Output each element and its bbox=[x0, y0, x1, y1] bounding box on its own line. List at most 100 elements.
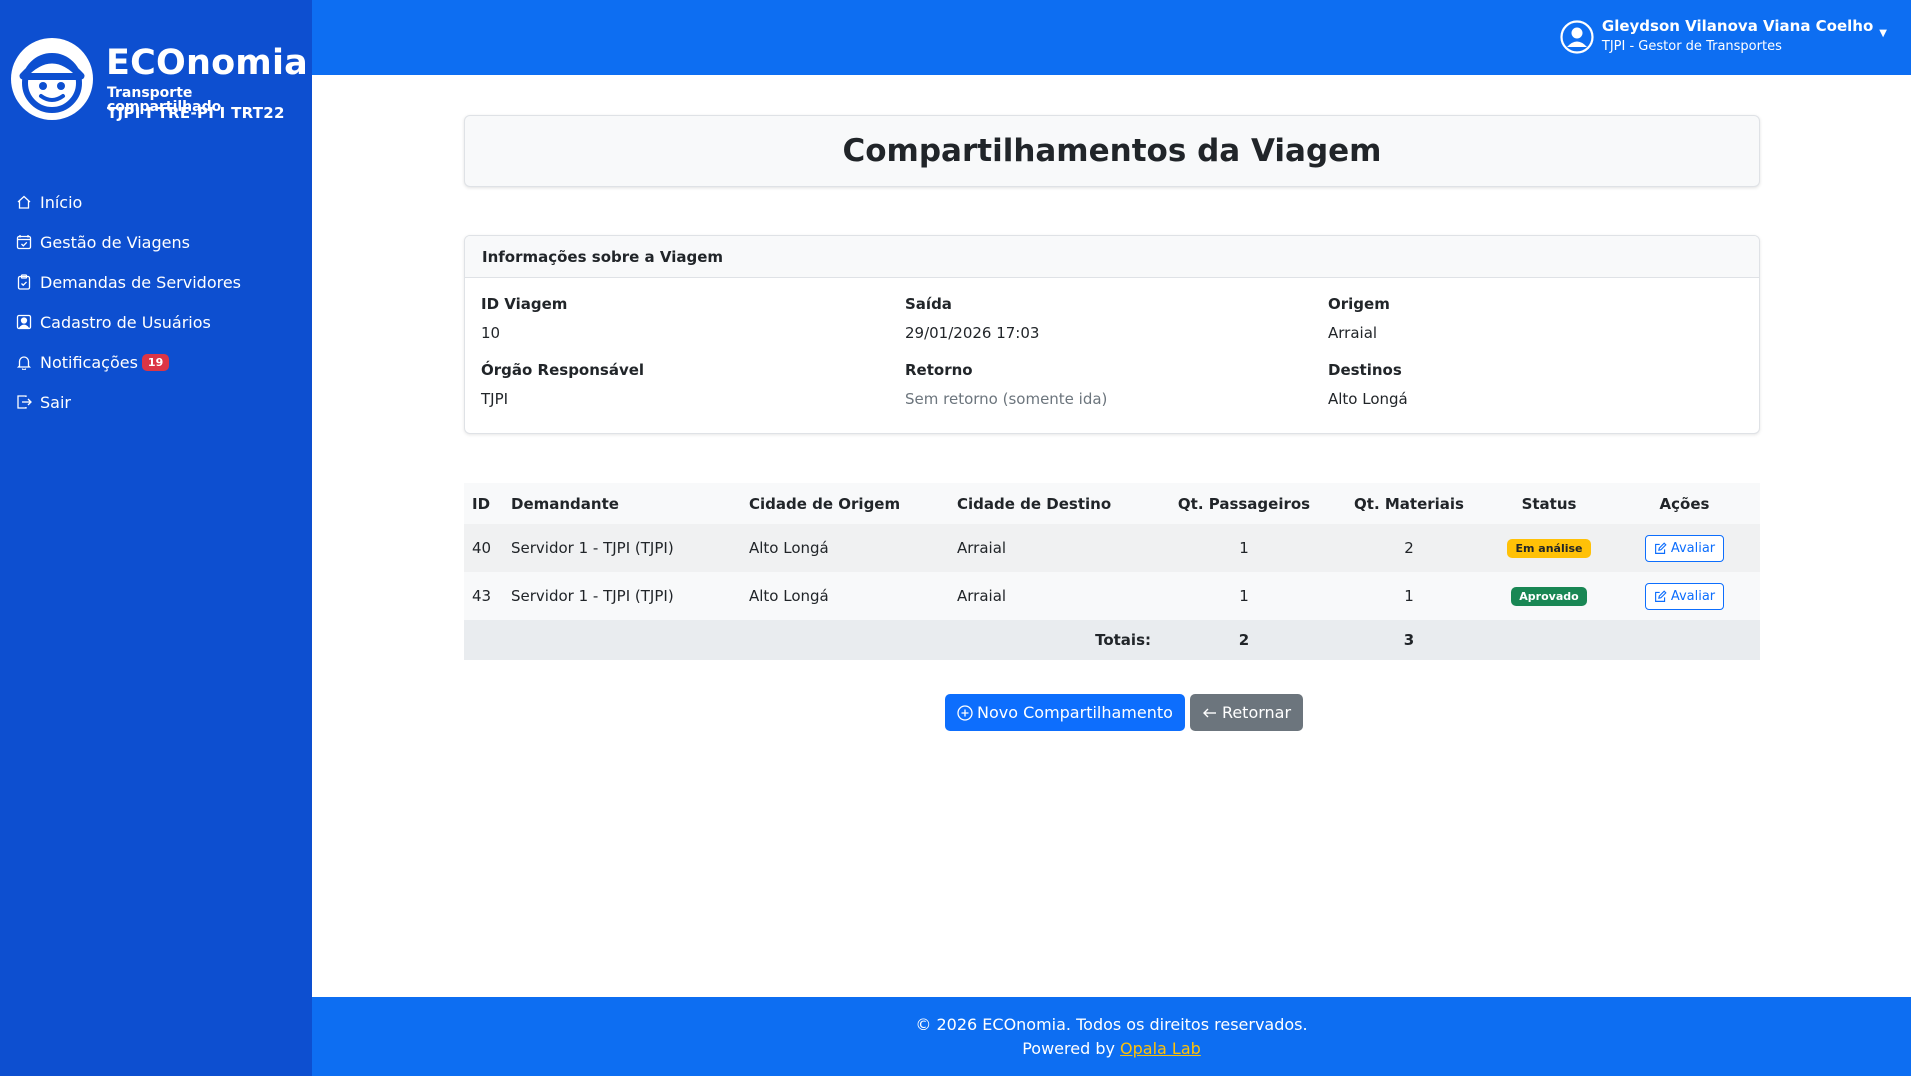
column-header-id: ID bbox=[464, 483, 503, 524]
sidebar-item-label: Sair bbox=[40, 392, 71, 412]
retornar-label: Retornar bbox=[1221, 703, 1292, 722]
user-name: Gleydson Vilanova Viana Coelho bbox=[1601, 17, 1874, 35]
user-circle-icon bbox=[1560, 20, 1594, 54]
trip-origem-label: Origem bbox=[1328, 295, 1390, 313]
sidebar: ECOnomia Transporte compartilhado TJPI I… bbox=[0, 0, 312, 1076]
trip-destinos-value: Alto Longá bbox=[1328, 390, 1408, 408]
user-menu[interactable]: Gleydson Vilanova Viana Coelho TJPI - Ge… bbox=[1560, 16, 1887, 56]
trip-id-value: 10 bbox=[481, 324, 501, 342]
page-title-card: Compartilhamentos da Viagem bbox=[464, 115, 1760, 187]
cell-demandante: Servidor 1 - TJPI (TJPI) bbox=[503, 572, 741, 620]
sidebar-item-label: Demandas de Servidores bbox=[40, 272, 242, 292]
sidebar-item-demandas[interactable]: Demandas de Servidores bbox=[0, 262, 312, 302]
table-row: 40 Servidor 1 - TJPI (TJPI) Alto Longá A… bbox=[464, 524, 1760, 572]
topbar: Gleydson Vilanova Viana Coelho TJPI - Ge… bbox=[312, 0, 1911, 75]
trip-saida-field: Saída 29/01/2026 17:03 bbox=[905, 294, 1039, 343]
column-header-passageiros: Qt. Passageiros bbox=[1159, 483, 1329, 524]
chevron-down-icon: ▼ bbox=[1879, 28, 1887, 39]
footer: © 2026 ECOnomia. Todos os direitos reser… bbox=[312, 997, 1911, 1076]
cell-destino: Arraial bbox=[949, 524, 1159, 572]
footer-powered-prefix: Powered by bbox=[1022, 1039, 1121, 1058]
trip-saida-label: Saída bbox=[905, 295, 952, 313]
avaliar-button[interactable]: Avaliar bbox=[1644, 582, 1725, 610]
page-actions: Novo Compartilhamento Retornar bbox=[945, 694, 1304, 731]
trip-info-header: Informações sobre a Viagem bbox=[465, 236, 1759, 278]
column-header-acoes: Ações bbox=[1609, 483, 1760, 524]
cell-id: 40 bbox=[464, 524, 503, 572]
totals-passageiros: 2 bbox=[1159, 620, 1329, 660]
avaliar-button[interactable]: Avaliar bbox=[1644, 534, 1725, 562]
sidebar-item-notificacoes[interactable]: Notificações 19 bbox=[0, 342, 312, 382]
status-badge: Aprovado bbox=[1511, 587, 1587, 606]
column-header-status: Status bbox=[1489, 483, 1609, 524]
cell-origem: Alto Longá bbox=[741, 572, 949, 620]
brand-logo-block[interactable]: ECOnomia Transporte compartilhado TJPI I… bbox=[10, 36, 310, 126]
cell-acoes: Avaliar bbox=[1609, 524, 1760, 572]
opala-lab-link[interactable]: Opala Lab bbox=[1120, 1039, 1201, 1058]
retornar-button[interactable]: Retornar bbox=[1189, 694, 1304, 731]
sidebar-item-sair[interactable]: Sair bbox=[0, 382, 312, 422]
trip-origem-value: Arraial bbox=[1328, 324, 1378, 342]
trip-retorno-field: Retorno Sem retorno (somente ida) bbox=[905, 360, 1107, 409]
trip-orgao-value: TJPI bbox=[481, 390, 509, 408]
table-row: 43 Servidor 1 - TJPI (TJPI) Alto Longá A… bbox=[464, 572, 1760, 620]
totals-label: Totais: bbox=[464, 620, 1159, 660]
cell-acoes: Avaliar bbox=[1609, 572, 1760, 620]
totals-materiais: 3 bbox=[1329, 620, 1489, 660]
trip-retorno-label: Retorno bbox=[905, 361, 973, 379]
sidebar-item-label: Cadastro de Usuários bbox=[40, 312, 211, 332]
arrow-left-icon bbox=[1202, 708, 1216, 717]
trip-id-field: ID Viagem 10 bbox=[481, 294, 567, 343]
brand-name: ECOnomia bbox=[106, 43, 308, 83]
trip-retorno-value: Sem retorno (somente ida) bbox=[905, 390, 1108, 408]
cell-materiais: 2 bbox=[1329, 524, 1489, 572]
cell-status: Aprovado bbox=[1489, 572, 1609, 620]
user-info: Gleydson Vilanova Viana Coelho TJPI - Ge… bbox=[1602, 16, 1873, 56]
trip-destinos-label: Destinos bbox=[1328, 361, 1402, 379]
plus-circle-icon bbox=[957, 704, 973, 721]
trip-saida-value: 29/01/2026 17:03 bbox=[905, 324, 1040, 342]
sidebar-item-label: Notificações bbox=[40, 352, 138, 372]
bell-icon bbox=[16, 356, 32, 370]
logout-icon bbox=[17, 395, 32, 409]
home-icon bbox=[17, 195, 31, 209]
status-badge: Em análise bbox=[1507, 539, 1591, 558]
sidebar-item-inicio[interactable]: Início bbox=[0, 182, 312, 222]
cell-passageiros: 1 bbox=[1159, 524, 1329, 572]
sidebar-item-label: Gestão de Viagens bbox=[40, 232, 190, 252]
sidebar-nav: Início Gestão de Viagens Demandas de Ser… bbox=[0, 182, 312, 422]
cell-origem: Alto Longá bbox=[741, 524, 949, 572]
brand-orgs: TJPI I TRE-PI I TRT22 bbox=[107, 104, 285, 122]
pencil-square-icon bbox=[1654, 589, 1667, 602]
sidebar-item-gestao-viagens[interactable]: Gestão de Viagens bbox=[0, 222, 312, 262]
person-square-icon bbox=[16, 314, 32, 330]
economia-logo-icon bbox=[11, 38, 93, 120]
trip-orgao-field: Órgão Responsável TJPI bbox=[481, 360, 644, 409]
trip-id-label: ID Viagem bbox=[481, 295, 568, 313]
footer-copyright: © 2026 ECOnomia. Todos os direitos reser… bbox=[915, 1015, 1308, 1034]
avaliar-label: Avaliar bbox=[1670, 540, 1716, 556]
trip-orgao-label: Órgão Responsável bbox=[481, 361, 645, 379]
novo-compartilhamento-button[interactable]: Novo Compartilhamento bbox=[945, 694, 1185, 731]
cell-id: 43 bbox=[464, 572, 503, 620]
totals-empty-cell bbox=[1489, 620, 1609, 660]
cell-destino: Arraial bbox=[949, 572, 1159, 620]
totals-empty-cell bbox=[1609, 620, 1760, 660]
column-header-destino: Cidade de Destino bbox=[949, 483, 1159, 524]
cell-passageiros: 1 bbox=[1159, 572, 1329, 620]
trip-origem-field: Origem Arraial bbox=[1328, 294, 1390, 343]
trip-destinos-field: Destinos Alto Longá bbox=[1328, 360, 1408, 409]
pencil-square-icon bbox=[1654, 541, 1667, 554]
sidebar-item-label: Início bbox=[40, 192, 83, 212]
novo-compartilhamento-label: Novo Compartilhamento bbox=[977, 703, 1173, 722]
calendar-check-icon bbox=[16, 235, 32, 250]
shares-table: ID Demandante Cidade de Origem Cidade de… bbox=[464, 483, 1760, 660]
footer-powered: Powered by Opala Lab bbox=[312, 1038, 1911, 1060]
avaliar-label: Avaliar bbox=[1670, 588, 1716, 604]
sidebar-item-cadastro-usuarios[interactable]: Cadastro de Usuários bbox=[0, 302, 312, 342]
cell-materiais: 1 bbox=[1329, 572, 1489, 620]
column-header-origem: Cidade de Origem bbox=[741, 483, 949, 524]
trip-info-card: Informações sobre a Viagem ID Viagem 10 … bbox=[464, 235, 1760, 434]
user-role: TJPI - Gestor de Transportes bbox=[1601, 39, 1782, 54]
page-title: Compartilhamentos da Viagem bbox=[842, 133, 1382, 169]
